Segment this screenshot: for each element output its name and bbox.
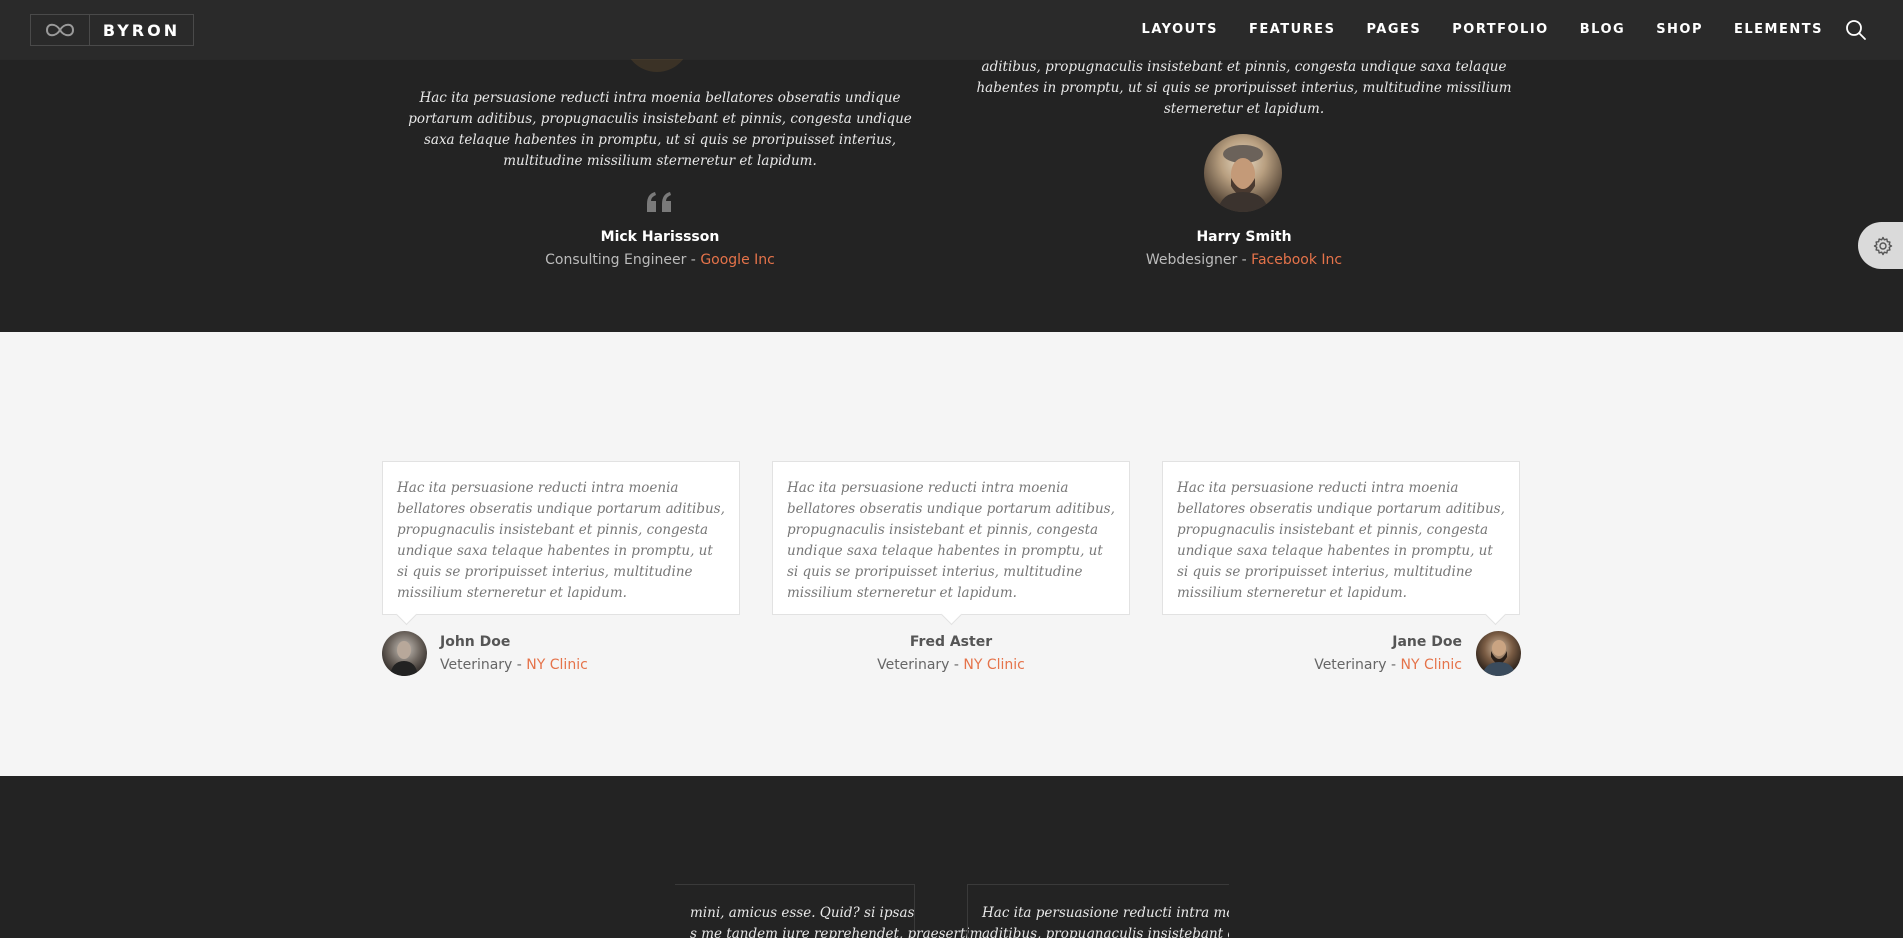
testimonial-role: Veterinary - NY Clinic xyxy=(440,657,588,673)
card-pointer xyxy=(1484,603,1507,626)
testimonial-role: Veterinary - NY Clinic xyxy=(1162,657,1462,673)
settings-panel-toggle[interactable] xyxy=(1858,222,1903,269)
avatar xyxy=(1204,134,1282,212)
slider-card: Hac ita persuasione reducti intra moeni … xyxy=(967,884,1229,938)
testimonial-name: Harry Smith xyxy=(1196,229,1292,245)
search-icon[interactable] xyxy=(1845,19,1867,41)
role-text: Webdesigner - xyxy=(1145,252,1252,268)
main-nav: LAYOUTS FEATURES PAGES PORTFOLIO BLOG SH… xyxy=(1111,0,1823,59)
testimonial-card: Hac ita persuasione reducti intra moenia… xyxy=(1162,461,1520,626)
avatar xyxy=(382,631,427,676)
nav-features[interactable]: FEATURES xyxy=(1249,22,1336,37)
nav-layouts[interactable]: LAYOUTS xyxy=(1142,22,1218,37)
quote-icon xyxy=(647,192,671,212)
card-pointer xyxy=(940,603,963,626)
nav-pages[interactable]: PAGES xyxy=(1366,22,1421,37)
slider-card-line: mini, amicus esse. Quid? si ipsas xyxy=(690,905,915,921)
testimonial-card: Hac ita persuasione reducti intra moenia… xyxy=(772,461,1130,626)
infinity-logo-icon xyxy=(31,15,90,45)
testimonial-name: John Doe xyxy=(440,634,511,650)
testimonial-name: Jane Doe xyxy=(1392,634,1462,650)
company-link[interactable]: NY Clinic xyxy=(963,657,1025,673)
logo[interactable]: BYRON xyxy=(30,14,194,46)
site-header: BYRON LAYOUTS FEATURES PAGES PORTFOLIO B… xyxy=(0,0,1903,59)
nav-shop[interactable]: SHOP xyxy=(1656,22,1703,37)
role-text: Veterinary - xyxy=(440,657,527,673)
testimonial-name: Fred Aster xyxy=(909,634,993,650)
nav-elements[interactable]: ELEMENTS xyxy=(1734,22,1823,37)
testimonial-role: Consulting Engineer - Google Inc xyxy=(480,252,840,268)
testimonial-role: Webdesigner - Facebook Inc xyxy=(1064,252,1424,268)
slider-card-line: aditibus, propugnaculis insistebant et p… xyxy=(982,926,1229,938)
testimonial-quote: Hac ita persuasione reducti intra moenia… xyxy=(397,480,725,601)
logo-text: BYRON xyxy=(102,20,181,40)
company-link[interactable]: NY Clinic xyxy=(526,657,588,673)
nav-portfolio[interactable]: PORTFOLIO xyxy=(1452,22,1548,37)
avatar xyxy=(1476,631,1521,676)
testimonial-quote: Hac ita persuasione reducti intra moenia… xyxy=(1177,480,1505,601)
nav-blog[interactable]: BLOG xyxy=(1580,22,1625,37)
role-text: Veterinary - xyxy=(877,657,964,673)
company-link[interactable]: Google Inc xyxy=(700,252,775,268)
slider-card: mini, amicus esse. Quid? si ipsas s me t… xyxy=(675,884,983,938)
role-text: Veterinary - xyxy=(1314,657,1401,673)
testimonial-card: Hac ita persuasione reducti intra moenia… xyxy=(382,461,740,626)
card-pointer xyxy=(395,603,418,626)
testimonial-quote: Hac ita persuasione reducti intra moenia… xyxy=(787,480,1115,601)
gear-icon xyxy=(1873,236,1893,255)
testimonial-name: Mick Harissson xyxy=(600,229,720,245)
company-link[interactable]: NY Clinic xyxy=(1401,657,1463,673)
testimonial-role: Veterinary - NY Clinic xyxy=(772,657,1130,673)
testimonial-quote: Hac ita persuasione reducti intra moenia… xyxy=(408,90,912,169)
slider-card-line: s me tandem iure reprehendet, praesertim xyxy=(690,926,983,938)
role-text: Consulting Engineer - xyxy=(545,252,701,268)
testimonial-slider[interactable]: mini, amicus esse. Quid? si ipsas s me t… xyxy=(675,884,1229,938)
slider-card-line: Hac ita persuasione reducti intra moeni xyxy=(982,905,1229,921)
testimonial-quote: aditibus, propugnaculis insistebant et p… xyxy=(976,59,1512,117)
company-link[interactable]: Facebook Inc xyxy=(1251,252,1342,268)
